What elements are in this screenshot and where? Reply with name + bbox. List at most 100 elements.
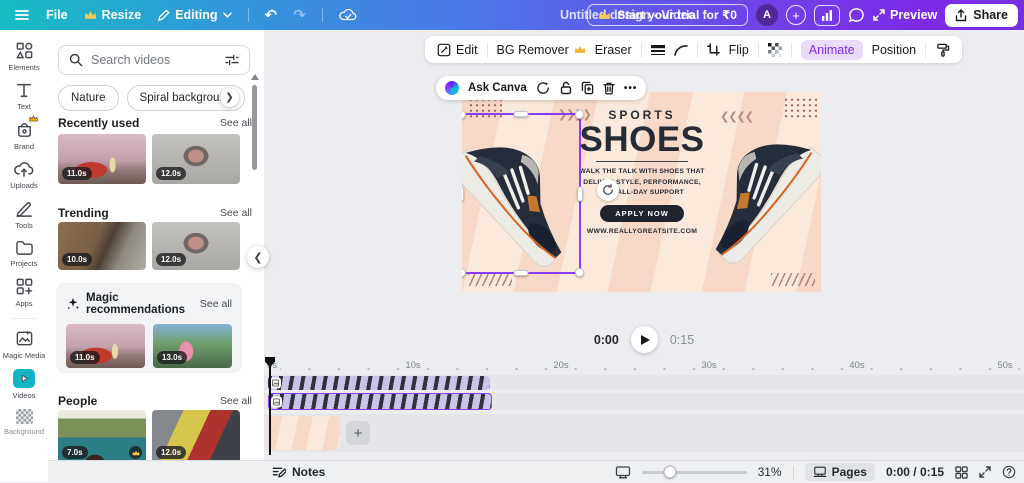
timeline-ruler[interactable]: 0s 10s 20s 30s 40s 50s <box>264 360 1024 374</box>
sidebar-item-apps[interactable]: Apps <box>0 277 48 308</box>
animate-button[interactable]: Animate <box>801 40 863 60</box>
clip-media-icon <box>271 396 282 407</box>
chips-scroll-right-button[interactable]: ❯ <box>220 88 239 107</box>
share-button[interactable]: Share <box>945 4 1018 27</box>
expand-arrows-icon <box>873 9 885 21</box>
crown-icon <box>29 115 38 122</box>
preview-button[interactable]: Preview <box>873 8 937 22</box>
timeline-clip-2-selected[interactable] <box>268 393 492 410</box>
player-controls: 0:00 0:15 <box>264 326 1024 353</box>
clip-media-icon <box>270 378 281 389</box>
resize-handle-ne[interactable] <box>575 110 584 119</box>
divider <box>596 161 688 162</box>
filter-icon[interactable] <box>225 54 239 66</box>
file-menu[interactable]: File <box>46 8 68 22</box>
zoom-slider[interactable] <box>642 471 747 474</box>
duplicate-icon[interactable] <box>581 81 594 95</box>
sidebar-item-brand[interactable]: Brand <box>0 120 48 151</box>
trash-icon[interactable] <box>603 81 615 95</box>
zoom-percentage[interactable]: 31% <box>758 465 782 479</box>
search-box[interactable] <box>58 45 250 75</box>
divider <box>791 42 792 58</box>
editing-mode-dropdown[interactable]: Editing <box>157 8 231 22</box>
more-options-button[interactable]: ••• <box>624 83 638 94</box>
resize-handle-w[interactable] <box>462 186 464 201</box>
magic-media-icon <box>15 329 34 348</box>
video-thumbnail[interactable]: 13.0s <box>153 324 232 368</box>
elements-icon <box>15 41 34 60</box>
position-button[interactable]: Position <box>872 43 916 57</box>
video-thumbnail[interactable]: 11.0s <box>58 134 146 184</box>
transparency-button[interactable] <box>768 43 782 57</box>
crop-button[interactable] <box>707 43 720 56</box>
sidebar-item-text[interactable]: Text <box>0 81 48 111</box>
help-icon[interactable] <box>1002 465 1016 479</box>
page-thumbnail[interactable] <box>268 416 340 450</box>
eraser-button[interactable]: Eraser <box>595 43 632 57</box>
trial-button[interactable]: Start your trial for ₹0 <box>587 4 748 26</box>
sidebar-item-magic-media[interactable]: Magic Media <box>0 329 48 360</box>
regenerate-icon[interactable] <box>536 81 551 95</box>
background-icon <box>16 409 33 424</box>
see-all-link[interactable]: See all <box>220 117 252 129</box>
see-all-link[interactable]: See all <box>220 395 252 407</box>
ask-canva-button[interactable]: Ask Canva <box>468 82 527 94</box>
see-all-link[interactable]: See all <box>200 298 232 310</box>
bg-remover-button[interactable]: BG Remover <box>497 43 586 57</box>
avatar[interactable]: A <box>756 4 778 26</box>
flip-button[interactable]: Flip <box>729 43 749 57</box>
resize-handle-sw[interactable] <box>462 268 466 277</box>
video-thumbnail[interactable]: 12.0s <box>152 134 240 184</box>
sidebar-item-uploads[interactable]: Uploads <box>0 160 48 190</box>
panel-collapse-button[interactable]: ❮ <box>247 246 269 268</box>
resize-button[interactable]: Resize <box>84 8 142 22</box>
video-thumbnail[interactable]: 7.0s <box>58 410 146 463</box>
video-thumbnail[interactable]: 12.0s <box>152 222 240 270</box>
edit-button[interactable]: Edit <box>437 43 478 57</box>
recently-used-header: Recently used See all <box>58 116 252 130</box>
notes-button[interactable]: Notes <box>272 461 325 483</box>
menu-icon[interactable] <box>14 7 30 23</box>
sidebar-item-background[interactable]: Background <box>0 409 48 436</box>
undo-button[interactable]: ↶ <box>265 6 278 24</box>
resize-handle-n[interactable] <box>513 111 528 117</box>
divider <box>758 42 759 58</box>
copy-style-button[interactable] <box>935 43 950 57</box>
border-style-button[interactable] <box>651 44 665 56</box>
video-thumbnail[interactable]: 12.0s <box>152 410 240 463</box>
sidebar-item-videos[interactable]: Videos <box>0 369 48 400</box>
insights-button[interactable] <box>814 5 840 26</box>
sidebar-item-projects[interactable]: Projects <box>0 239 48 268</box>
left-sidebar: Elements Text Brand Uploads Tools Projec… <box>0 30 48 482</box>
add-page-button[interactable]: + <box>346 421 370 445</box>
lock-icon[interactable] <box>560 81 572 95</box>
resize-handle-s[interactable] <box>513 270 528 276</box>
search-input[interactable] <box>91 53 217 67</box>
play-button[interactable] <box>631 326 658 353</box>
sidebar-item-tools[interactable]: Tools <box>0 199 48 230</box>
fit-screen-icon[interactable] <box>615 466 631 479</box>
zoom-slider-thumb[interactable] <box>663 466 676 479</box>
sidebar-item-elements[interactable]: Elements <box>0 41 48 72</box>
scroll-up-arrow[interactable] <box>251 74 259 80</box>
add-member-button[interactable]: + <box>786 5 806 25</box>
pages-button[interactable]: Pages <box>805 463 875 481</box>
resize-handle-se[interactable] <box>575 268 584 277</box>
fullscreen-icon[interactable] <box>979 466 991 478</box>
resize-handle-e[interactable] <box>577 186 583 201</box>
video-thumbnail[interactable]: 11.0s <box>66 324 145 368</box>
crown-icon <box>574 45 586 54</box>
shoe-image-right[interactable] <box>699 114 815 266</box>
see-all-link[interactable]: See all <box>220 207 252 219</box>
comments-button[interactable] <box>848 7 865 23</box>
selection-box[interactable] <box>462 113 581 274</box>
chip-nature[interactable]: Nature <box>58 85 119 111</box>
grid-view-icon[interactable] <box>955 466 968 479</box>
resize-handle-nw[interactable] <box>462 110 466 119</box>
panel-scrollbar[interactable] <box>252 85 257 170</box>
redo-button[interactable]: ↷ <box>293 6 306 24</box>
timeline-clip-1[interactable] <box>268 376 490 390</box>
video-thumbnail[interactable]: 10.0s <box>58 222 146 270</box>
design-page[interactable]: ❯❯❯❯ ❮❮❮❮ <box>462 92 821 292</box>
corner-rounding-button[interactable] <box>674 44 688 56</box>
